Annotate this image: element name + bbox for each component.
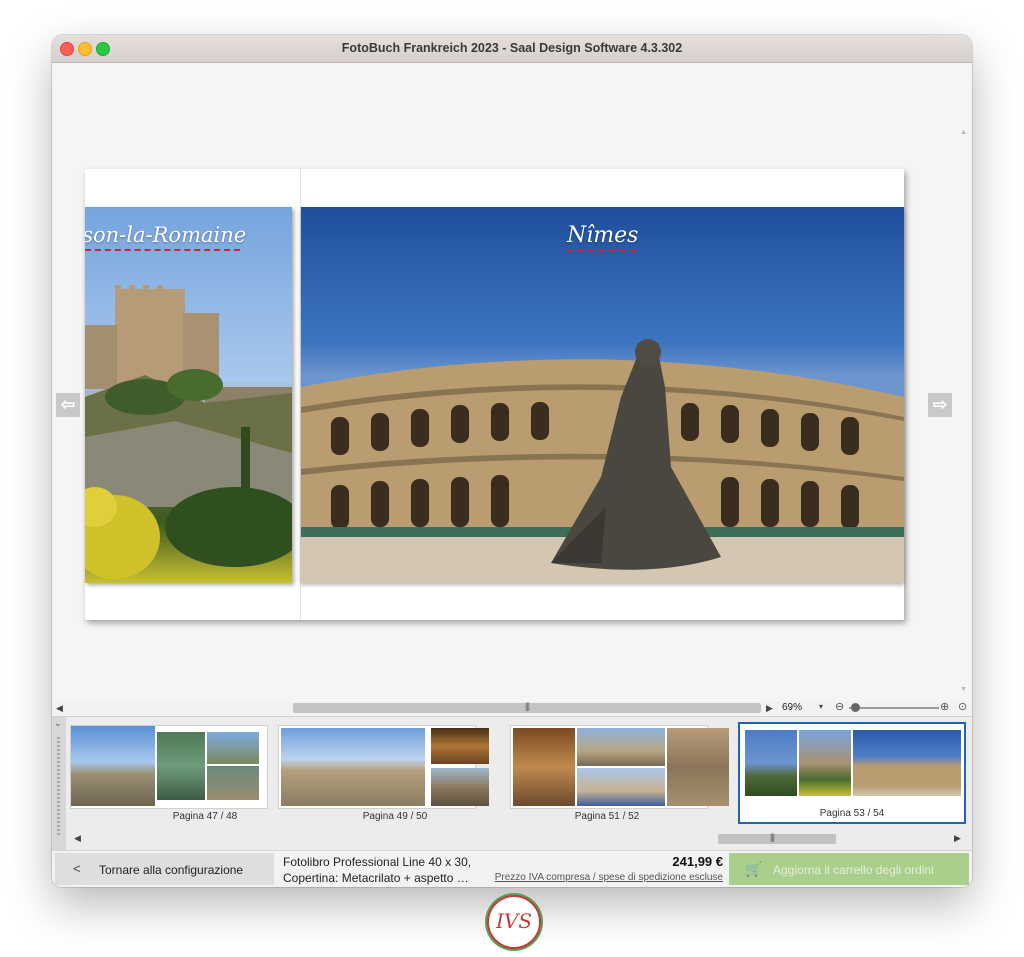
main-title-underline	[567, 250, 636, 252]
zoom-out-icon[interactable]: ⊖	[835, 700, 844, 713]
price-total: 241,99 €	[672, 854, 723, 869]
thumbnail-photo	[431, 728, 489, 764]
thumbnail-page-49-50[interactable]	[278, 725, 489, 809]
scroll-left-arrow[interactable]: ◀	[56, 703, 63, 714]
photobook-spread[interactable]: aison-la-Romaine	[85, 169, 904, 620]
footer-bar: < Tornare alla configurazione Fotolibro …	[52, 850, 972, 887]
thumbnail-scrollbar[interactable]: ◀ ||| ▶	[66, 831, 972, 847]
zoom-in-icon[interactable]: ⊕	[940, 700, 949, 713]
editor-canvas[interactable]: ▲ ▼ ⇦ ⇨ on-la-Romaine Nîmes	[52, 63, 972, 701]
previous-page-button[interactable]: ⇦	[56, 393, 80, 417]
product-description-line1: Fotolibro Professional Line 40 x 30,	[283, 855, 472, 869]
thumbnail-photo	[577, 768, 665, 806]
zoom-fit-icon[interactable]: ⊙	[958, 700, 967, 713]
canvas-horizontal-scrollbar[interactable]: ◀ ||| ▶ 69% ▾ ⊖ ⊕ ⊙	[52, 701, 972, 715]
thumbnail-photo	[281, 728, 425, 806]
thumbnail-photo	[667, 728, 729, 806]
zoom-level[interactable]: 69%	[782, 702, 802, 713]
cart-button-label: Aggiorna il carrello degli ordini	[773, 863, 934, 877]
chevron-down-icon: ⌄	[54, 718, 62, 728]
zoom-slider-knob[interactable]	[851, 703, 860, 712]
left-page-title: aison-la-Romaine	[85, 223, 247, 247]
thumbnail-label: Pagina 51 / 52	[574, 811, 640, 822]
thumbnail-photo	[799, 730, 851, 796]
strip-scroll-left-arrow[interactable]: ◀	[74, 833, 81, 844]
thumbnail-page-51-52[interactable]	[510, 725, 729, 809]
thumbnail-photo	[157, 732, 205, 800]
scrollbar-grip: |||	[770, 832, 775, 842]
update-cart-button[interactable]: 🛒 Aggiorna il carrello degli ordini	[729, 853, 969, 885]
page-thumbnail-strip: ⌄ Pagina 47 / 48 Pagina 49 / 50 Pagina 5…	[52, 716, 972, 850]
chevron-left-icon: <	[73, 861, 81, 876]
thumbnail-page-53-54[interactable]: Pagina 53 / 54	[738, 722, 966, 824]
main-page-title: Nîmes	[567, 223, 639, 248]
zoom-slider-track[interactable]	[849, 707, 939, 709]
thumbnail-photo	[853, 730, 961, 796]
thumbnail-photo	[431, 768, 489, 806]
arena-photo-graphic	[301, 339, 904, 583]
scrollbar-thumb[interactable]: |||	[293, 701, 761, 713]
thumbnail-photo	[745, 730, 797, 796]
back-button-label: Tornare alla configurazione	[99, 863, 244, 877]
scroll-right-arrow[interactable]: ▶	[766, 703, 773, 714]
castle-photo-graphic	[85, 285, 292, 579]
thumbnail-label: Pagina 47 / 48	[172, 811, 238, 822]
product-description-line2: Copertina: Metacrilato + aspetto …	[283, 871, 469, 885]
photo-nimes-arena[interactable]: Nîmes	[301, 207, 904, 583]
cart-icon: 🛒	[745, 861, 763, 877]
price-note-link[interactable]: Prezzo IVA compresa / spese di spedizion…	[472, 872, 723, 883]
zoom-dropdown-icon[interactable]: ▾	[819, 702, 823, 711]
arrow-right-icon: ⇨	[932, 395, 948, 414]
scroll-down-arrow[interactable]: ▼	[960, 686, 967, 693]
watermark-text: IVS	[495, 909, 533, 933]
thumbnail-label: Pagina 49 / 50	[362, 811, 428, 822]
thumbnail-label: Pagina 53 / 54	[819, 808, 885, 819]
app-window: FotoBuch Frankreich 2023 - Saal Design S…	[52, 35, 972, 887]
collapse-strip-button[interactable]: ⌄	[52, 717, 66, 850]
thumbnail-photo	[71, 726, 155, 806]
thumbnail-photo	[577, 728, 665, 766]
left-title-underline	[85, 249, 240, 251]
thumbnail-photo	[513, 728, 575, 806]
next-page-button[interactable]: ⇨	[928, 393, 952, 417]
back-to-configuration-button[interactable]: < Tornare alla configurazione	[55, 853, 274, 885]
thumbnail-photo	[207, 732, 259, 764]
strip-grip	[57, 737, 60, 837]
arrow-left-icon: ⇦	[60, 395, 76, 414]
strip-scrollbar-thumb[interactable]: |||	[718, 832, 836, 844]
scrollbar-grip: |||	[525, 701, 530, 711]
strip-scroll-right-arrow[interactable]: ▶	[954, 833, 961, 844]
watermark-logo: IVS	[487, 895, 541, 949]
thumbnail-photo	[207, 766, 259, 800]
thumbnail-page-47-48[interactable]	[70, 725, 268, 809]
title-bar: FotoBuch Frankreich 2023 - Saal Design S…	[52, 35, 972, 63]
window-title: FotoBuch Frankreich 2023 - Saal Design S…	[341, 41, 683, 55]
photo-vaison-la-romaine[interactable]: aison-la-Romaine	[85, 207, 292, 583]
scroll-up-arrow[interactable]: ▲	[960, 129, 967, 136]
